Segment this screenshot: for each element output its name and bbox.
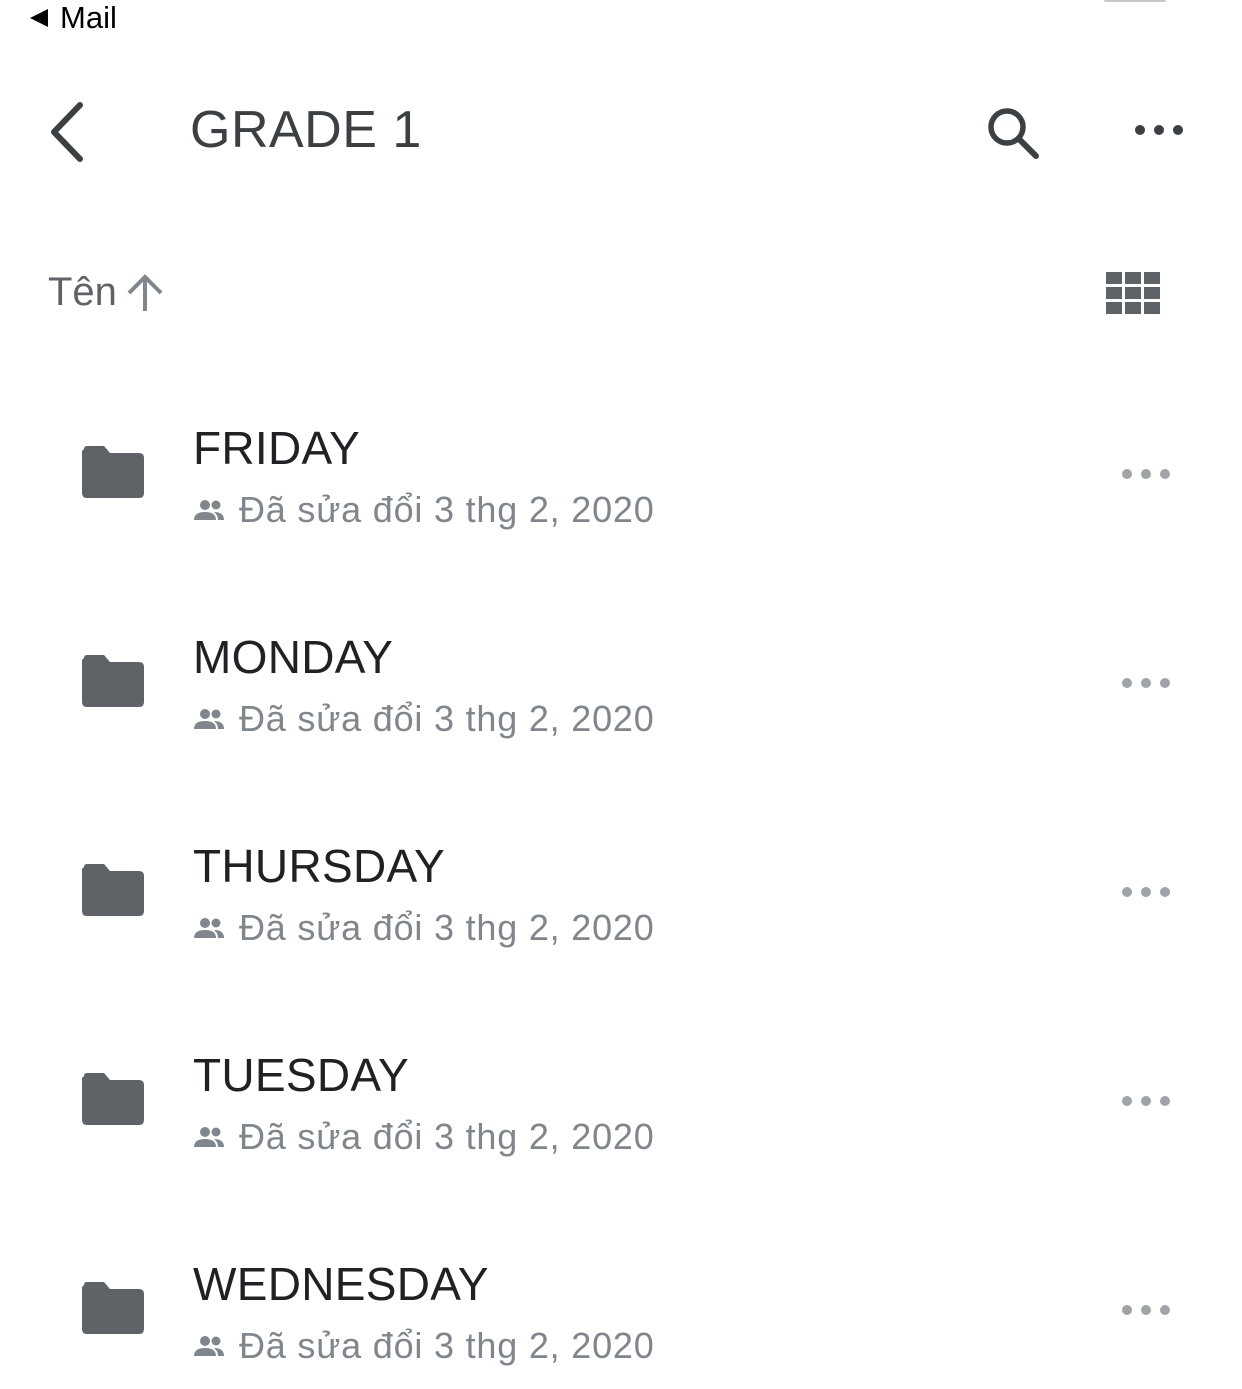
folder-modified-date: Đã sửa đổi 3 thg 2, 2020 [239, 1116, 655, 1157]
back-button[interactable] [34, 95, 98, 169]
folder-name: FRIDAY [193, 422, 361, 474]
status-indicator [1104, 0, 1166, 2]
folder-more-button[interactable] [1112, 1293, 1180, 1327]
back-to-mail-link[interactable]: Mail [28, 0, 117, 36]
folder-list: FRIDAY Đã sửa đổi 3 thg 2, 2020 MONDAY Đ… [0, 385, 1242, 1389]
folder-meta: Đã sửa đổi 3 thg 2, 2020 [193, 907, 655, 949]
folder-row[interactable]: TUESDAY Đã sửa đổi 3 thg 2, 2020 [0, 1012, 1242, 1221]
folder-more-button[interactable] [1112, 1084, 1180, 1118]
sort-bar: Tên [0, 262, 1242, 332]
grid-view-icon [1106, 272, 1160, 314]
folder-row[interactable]: MONDAY Đã sửa đổi 3 thg 2, 2020 [0, 594, 1242, 803]
sort-by-name-button[interactable]: Tên [48, 270, 165, 315]
more-horizontal-icon [1135, 125, 1183, 135]
folder-icon [82, 1073, 144, 1125]
folder-modified-date: Đã sửa đổi 3 thg 2, 2020 [239, 489, 655, 530]
folder-name: WEDNESDAY [193, 1258, 489, 1310]
folder-more-button[interactable] [1112, 666, 1180, 700]
more-horizontal-icon [1122, 678, 1170, 688]
folder-meta: Đã sửa đổi 3 thg 2, 2020 [193, 698, 655, 740]
page-title: GRADE 1 [190, 101, 422, 159]
more-horizontal-icon [1122, 1096, 1170, 1106]
folder-icon [82, 655, 144, 707]
grid-view-button[interactable] [1106, 272, 1164, 316]
people-icon [194, 918, 224, 938]
folder-icon [82, 864, 144, 916]
folder-name: MONDAY [193, 631, 394, 683]
people-icon [194, 1127, 224, 1147]
folder-icon [82, 446, 144, 498]
folder-icon [82, 1282, 144, 1334]
folder-modified-date: Đã sửa đổi 3 thg 2, 2020 [239, 1325, 655, 1366]
chevron-left-icon [51, 102, 83, 162]
app-header: GRADE 1 [0, 70, 1242, 195]
folder-meta: Đã sửa đổi 3 thg 2, 2020 [193, 1116, 655, 1158]
people-icon [194, 709, 224, 729]
people-icon [194, 1336, 224, 1356]
folder-modified-date: Đã sửa đổi 3 thg 2, 2020 [239, 698, 655, 739]
more-horizontal-icon [1122, 887, 1170, 897]
folder-name: THURSDAY [193, 840, 446, 892]
folder-more-button[interactable] [1112, 457, 1180, 491]
folder-meta: Đã sửa đổi 3 thg 2, 2020 [193, 489, 655, 531]
back-app-label: Mail [60, 0, 117, 35]
folder-name: TUESDAY [193, 1049, 409, 1101]
folder-meta: Đã sửa đổi 3 thg 2, 2020 [193, 1325, 655, 1367]
more-horizontal-icon [1122, 469, 1170, 479]
folder-row[interactable]: WEDNESDAY Đã sửa đổi 3 thg 2, 2020 [0, 1221, 1242, 1389]
folder-row[interactable]: FRIDAY Đã sửa đổi 3 thg 2, 2020 [0, 385, 1242, 594]
folder-more-button[interactable] [1112, 875, 1180, 909]
sort-label: Tên [48, 270, 117, 314]
folder-modified-date: Đã sửa đổi 3 thg 2, 2020 [239, 907, 655, 948]
folder-row[interactable]: THURSDAY Đã sửa đổi 3 thg 2, 2020 [0, 803, 1242, 1012]
search-icon [988, 108, 1039, 159]
drive-folder-screen: Mail GRADE 1 Tên FRIDAY Đã sửa đổi 3 thg… [0, 0, 1242, 1389]
more-horizontal-icon [1122, 1305, 1170, 1315]
more-options-button[interactable] [1124, 110, 1194, 150]
people-icon [194, 500, 224, 520]
back-triangle-icon [30, 9, 48, 27]
arrow-up-icon [127, 273, 163, 311]
search-button[interactable] [978, 98, 1048, 168]
